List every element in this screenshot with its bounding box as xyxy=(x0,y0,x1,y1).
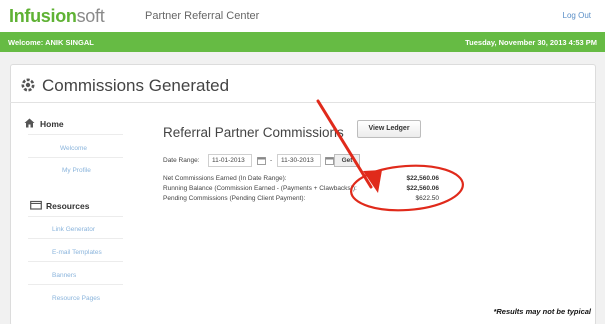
summary-label: Pending Commissions (Pending Client Paym… xyxy=(163,195,306,202)
view-ledger-button[interactable]: View Ledger xyxy=(357,120,421,138)
summary-value: $22,560.06 xyxy=(406,175,439,182)
sidebar-divider xyxy=(28,216,123,217)
summary-label: Net Commissions Earned (In Date Range): xyxy=(163,175,287,182)
sidebar-item-my-profile[interactable]: My Profile xyxy=(62,167,91,174)
date-from-input[interactable]: 11-01-2013 xyxy=(208,154,252,167)
summary-value: $622.50 xyxy=(415,195,440,202)
sidebar-heading-home-label: Home xyxy=(40,119,64,129)
get-button[interactable]: Get xyxy=(334,154,360,167)
home-icon xyxy=(24,118,35,128)
sidebar-divider xyxy=(28,261,123,262)
summary-value: $22,560.06 xyxy=(406,185,439,192)
sidebar-divider xyxy=(28,238,123,239)
sidebar-divider xyxy=(28,284,123,285)
sidebar-divider xyxy=(28,157,123,158)
sidebar-item-resource-pages[interactable]: Resource Pages xyxy=(52,295,100,302)
date-to-input[interactable]: 11-30-2013 xyxy=(277,154,321,167)
panel-title: Referral Partner Commissions xyxy=(163,125,344,140)
sidebar-divider xyxy=(28,134,123,135)
date-range-label: Date Range: xyxy=(163,157,200,164)
sidebar-heading-resources-label: Resources xyxy=(46,201,90,211)
date-range-separator: - xyxy=(270,157,273,164)
calendar-icon[interactable] xyxy=(325,156,334,165)
sidebar-item-welcome[interactable]: Welcome xyxy=(60,145,87,152)
sidebar-item-banners[interactable]: Banners xyxy=(52,272,76,279)
sidebar-item-email-templates[interactable]: E-mail Templates xyxy=(52,249,102,256)
summary-label: Running Balance (Commission Earned - (Pa… xyxy=(163,185,357,192)
calendar-icon[interactable] xyxy=(257,156,266,165)
sidebar-item-link-generator[interactable]: Link Generator xyxy=(52,226,95,233)
disclaimer-text: *Results may not be typical xyxy=(493,307,591,316)
folder-icon xyxy=(30,200,42,210)
